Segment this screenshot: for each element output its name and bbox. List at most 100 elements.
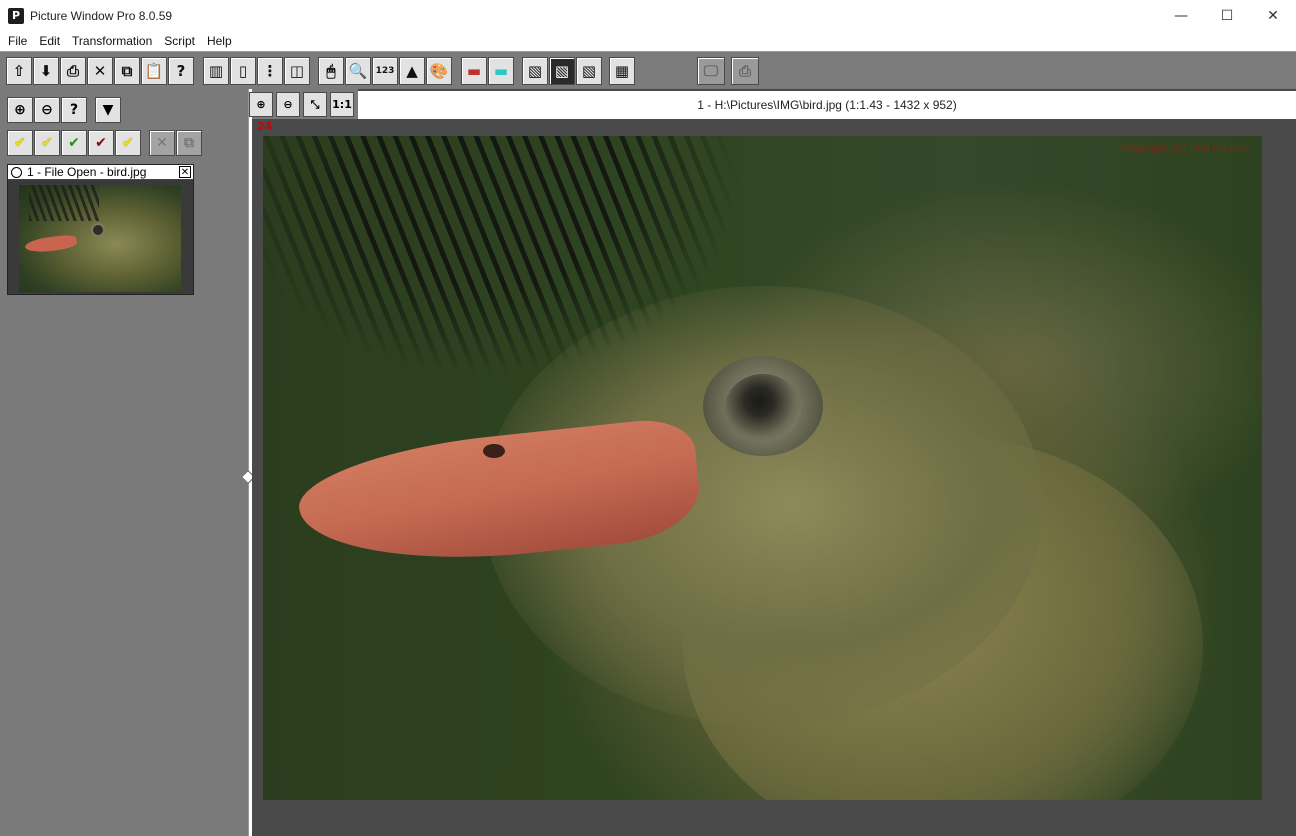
- history-item-header: 1 - File Open - bird.jpg ✕: [8, 165, 193, 180]
- menu-edit[interactable]: Edit: [33, 34, 66, 48]
- magnifier-button[interactable]: 🔍: [345, 57, 371, 85]
- history-pane: ⊕ ⊖ ? ▼ ✔ ✔ ✔ ✔ ✔ ✕ ⧉ 1 - File Open - bi…: [0, 89, 248, 836]
- close-icon: ✕: [180, 166, 190, 178]
- printer-disabled-icon: ⎙: [738, 62, 751, 80]
- menu-script[interactable]: Script: [158, 34, 201, 48]
- monitor-button[interactable]: 🖵: [697, 57, 725, 85]
- history-item[interactable]: 1 - File Open - bird.jpg ✕: [7, 164, 194, 295]
- open-file-button[interactable]: ⇧: [6, 57, 32, 85]
- histogram-button[interactable]: ▲: [399, 57, 425, 85]
- image-pane: ⊕ ⊖ ⤡ 1:1 1 - H:\Pictures\IMG\bird.jpg (…: [249, 89, 1296, 836]
- duplicate-icon: ⧉: [184, 135, 194, 151]
- image-zoom-in-button[interactable]: ⊕: [249, 92, 273, 117]
- dotted-view-button[interactable]: ⋮: [257, 57, 283, 85]
- mouse-tool-button[interactable]: 🖱: [318, 57, 344, 85]
- magnifier-icon: 🔍: [348, 62, 368, 80]
- histogram-icon: ▲: [406, 62, 418, 80]
- minimize-button[interactable]: —: [1158, 0, 1204, 31]
- panel-view-icon: ◫: [289, 62, 305, 80]
- dotted-view-icon: ⋮: [262, 62, 278, 80]
- grid-icon: ▦: [614, 62, 630, 80]
- single-view-button[interactable]: ▯: [230, 57, 256, 85]
- image-zoom-out-button[interactable]: ⊖: [276, 92, 300, 117]
- history-thumbnail[interactable]: [19, 185, 181, 292]
- check-double-yellow-button[interactable]: ✔: [115, 130, 141, 156]
- menu-bar: File Edit Transformation Script Help: [0, 31, 1296, 51]
- help-icon: ?: [69, 102, 79, 118]
- title-bar: P Picture Window Pro 8.0.59 — ☐ ✕: [0, 0, 1296, 31]
- gradient-cyan-button[interactable]: ▬: [488, 57, 514, 85]
- hatch-1-button[interactable]: ▧: [522, 57, 548, 85]
- help-button[interactable]: ?: [168, 57, 194, 85]
- check-yellow-icon: ✔: [14, 135, 26, 151]
- print-icon: ⎙: [66, 62, 79, 80]
- hatch-2-button[interactable]: ▧: [549, 57, 575, 85]
- mouse-icon: 🖱: [326, 62, 336, 80]
- image-canvas[interactable]: Copyright (C) Ken Dedrick: [263, 136, 1262, 800]
- zoom-in-icon: ⊕: [256, 98, 266, 111]
- history-item-close-button[interactable]: ✕: [179, 166, 191, 178]
- gradient-cyan-icon: ▬: [493, 62, 509, 80]
- save-file-icon: ⬇: [39, 62, 53, 80]
- maximize-button[interactable]: ☐: [1204, 0, 1250, 31]
- history-help-button[interactable]: ?: [61, 97, 87, 123]
- check-yellow-plus-button[interactable]: ✔: [34, 130, 60, 156]
- menu-help[interactable]: Help: [201, 34, 238, 48]
- zoom-out-icon: ⊖: [283, 98, 293, 111]
- menu-transformation[interactable]: Transformation: [66, 34, 158, 48]
- main-toolbar: ⇧ ⬇ ⎙ ✕ ⧉ 📋 ? ▥ ▯ ⋮ ◫ 🖱 🔍 123 ▲ 🎨 ▬ ▬ ▧ …: [0, 51, 1296, 89]
- filmstrip-icon: ▥: [208, 62, 224, 80]
- history-item-label: 1 - File Open - bird.jpg: [27, 165, 147, 179]
- copy-icon: ⧉: [121, 62, 133, 80]
- readout-icon: 123: [375, 66, 395, 76]
- monitor-icon: 🖵: [703, 62, 719, 80]
- history-zoom-in-button[interactable]: ⊕: [7, 97, 33, 123]
- app-logo-icon: P: [8, 7, 24, 24]
- photo-nostril: [483, 444, 505, 458]
- readout-button[interactable]: 123: [372, 57, 398, 85]
- save-file-button[interactable]: ⬇: [33, 57, 59, 85]
- check-yellow-button[interactable]: ✔: [7, 130, 33, 156]
- filmstrip-button[interactable]: ▥: [203, 57, 229, 85]
- grid-button[interactable]: ▦: [609, 57, 635, 85]
- remove-icon: ✕: [156, 135, 168, 151]
- photo-eye: [725, 374, 801, 442]
- close-button[interactable]: ✕: [1250, 0, 1296, 31]
- thumb-beak: [24, 233, 78, 255]
- check-yellow-plus-icon: ✔: [41, 135, 53, 151]
- image-caption: 1 - H:\Pictures\IMG\bird.jpg (1:1.43 - 1…: [358, 91, 1296, 119]
- copy-button[interactable]: ⧉: [114, 57, 140, 85]
- hatch-3-icon: ▧: [581, 62, 597, 80]
- window-controls: — ☐ ✕: [1158, 0, 1296, 31]
- image-fit-button[interactable]: ⤡: [303, 92, 327, 117]
- layer-number: 24: [257, 120, 273, 133]
- history-zoom-out-button[interactable]: ⊖: [34, 97, 60, 123]
- menu-file[interactable]: File: [2, 34, 33, 48]
- check-double-yellow-icon: ✔: [122, 135, 134, 151]
- paste-button[interactable]: 📋: [141, 57, 167, 85]
- thumb-eye: [91, 223, 105, 237]
- copyright-watermark: Copyright (C) Ken Dedrick: [1121, 142, 1250, 154]
- hatch-2-icon: ▧: [554, 62, 570, 80]
- zoom-in-icon: ⊕: [14, 102, 26, 118]
- help-icon: ?: [176, 62, 186, 80]
- close-file-button[interactable]: ✕: [87, 57, 113, 85]
- history-item-radio[interactable]: [11, 166, 22, 178]
- panel-view-button[interactable]: ◫: [284, 57, 310, 85]
- gradient-red-button[interactable]: ▬: [461, 57, 487, 85]
- duplicate-button[interactable]: ⧉: [176, 130, 202, 156]
- check-green-button[interactable]: ✔: [61, 130, 87, 156]
- print-button[interactable]: ⎙: [60, 57, 86, 85]
- zoom-out-icon: ⊖: [41, 102, 53, 118]
- check-red-button[interactable]: ✔: [88, 130, 114, 156]
- actual-size-label: 1:1: [332, 98, 352, 111]
- thumb-crest: [29, 185, 99, 221]
- printer-disabled-button[interactable]: ⎙: [731, 57, 759, 85]
- image-actual-size-button[interactable]: 1:1: [330, 92, 354, 117]
- remove-button[interactable]: ✕: [149, 130, 175, 156]
- history-dropdown-button[interactable]: ▼: [95, 97, 121, 123]
- palette-button[interactable]: 🎨: [426, 57, 452, 85]
- check-red-icon: ✔: [95, 135, 107, 151]
- hatch-3-button[interactable]: ▧: [576, 57, 602, 85]
- close-file-icon: ✕: [93, 62, 107, 80]
